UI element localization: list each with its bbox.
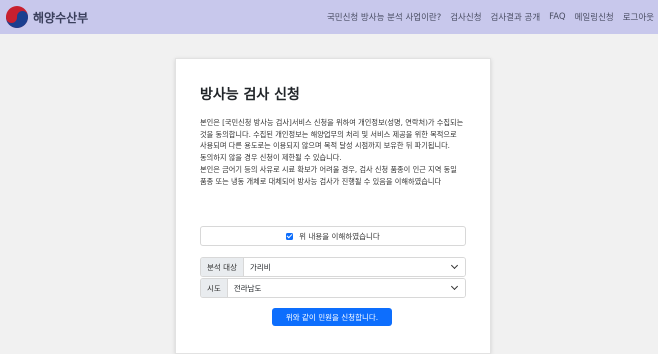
agree-label: 위 내용을 이해하였습니다: [299, 231, 380, 241]
nav-item-logout[interactable]: 로그아웃: [623, 11, 654, 23]
top-navbar: 해양수산부 국민신청 방사능 분석 사업이란? 검사신청 검사결과 공개 FAQ…: [0, 0, 658, 34]
nav-item-mailing[interactable]: 메일링신청: [575, 11, 614, 23]
nav-links: 국민신청 방사능 분석 사업이란? 검사신청 검사결과 공개 FAQ 메일링신청…: [318, 0, 658, 34]
agree-checkbox-row[interactable]: 위 내용을 이해하였습니다: [200, 226, 466, 246]
nav-item-faq[interactable]: FAQ: [549, 12, 565, 22]
target-select-value: 가리비: [249, 262, 271, 272]
page-title: 방사능 검사 신청: [200, 87, 300, 103]
brand[interactable]: 해양수산부: [6, 6, 88, 28]
consent-paragraph-substitution: 본인은 금어기 등의 사유로 시료 확보가 어려울 경우, 검사 신청 품종이 …: [200, 164, 457, 186]
chevron-down-icon: [450, 282, 459, 291]
region-select-group: 시도 전라남도: [200, 278, 466, 298]
target-select-group: 분석 대상 가리비: [200, 257, 466, 277]
chevron-down-icon: [450, 261, 459, 270]
consent-text: 본인은 [국민신청 방사능 검사]서비스 신청을 위하여 개인정보(성명, 연락…: [200, 117, 472, 187]
brand-name: 해양수산부: [33, 10, 89, 25]
region-select[interactable]: 전라남도: [227, 279, 465, 297]
region-select-value: 전라남도: [233, 283, 262, 293]
nav-item-apply[interactable]: 검사신청: [450, 11, 481, 23]
application-card: 방사능 검사 신청 본인은 [국민신청 방사능 검사]서비스 신청을 위하여 개…: [175, 58, 491, 354]
target-label: 분석 대상: [201, 258, 244, 276]
region-label: 시도: [201, 279, 228, 297]
government-emblem-icon: [6, 6, 28, 28]
nav-item-about[interactable]: 국민신청 방사능 분석 사업이란?: [327, 11, 441, 23]
submit-button[interactable]: 위와 같이 민원을 신청합니다.: [272, 308, 392, 326]
target-select[interactable]: 가리비: [243, 258, 465, 276]
consent-paragraph-privacy: 본인은 [국민신청 방사능 검사]서비스 신청을 위하여 개인정보(성명, 연락…: [200, 118, 464, 163]
nav-item-results[interactable]: 검사결과 공개: [491, 11, 541, 23]
agree-checkbox[interactable]: [286, 232, 294, 240]
